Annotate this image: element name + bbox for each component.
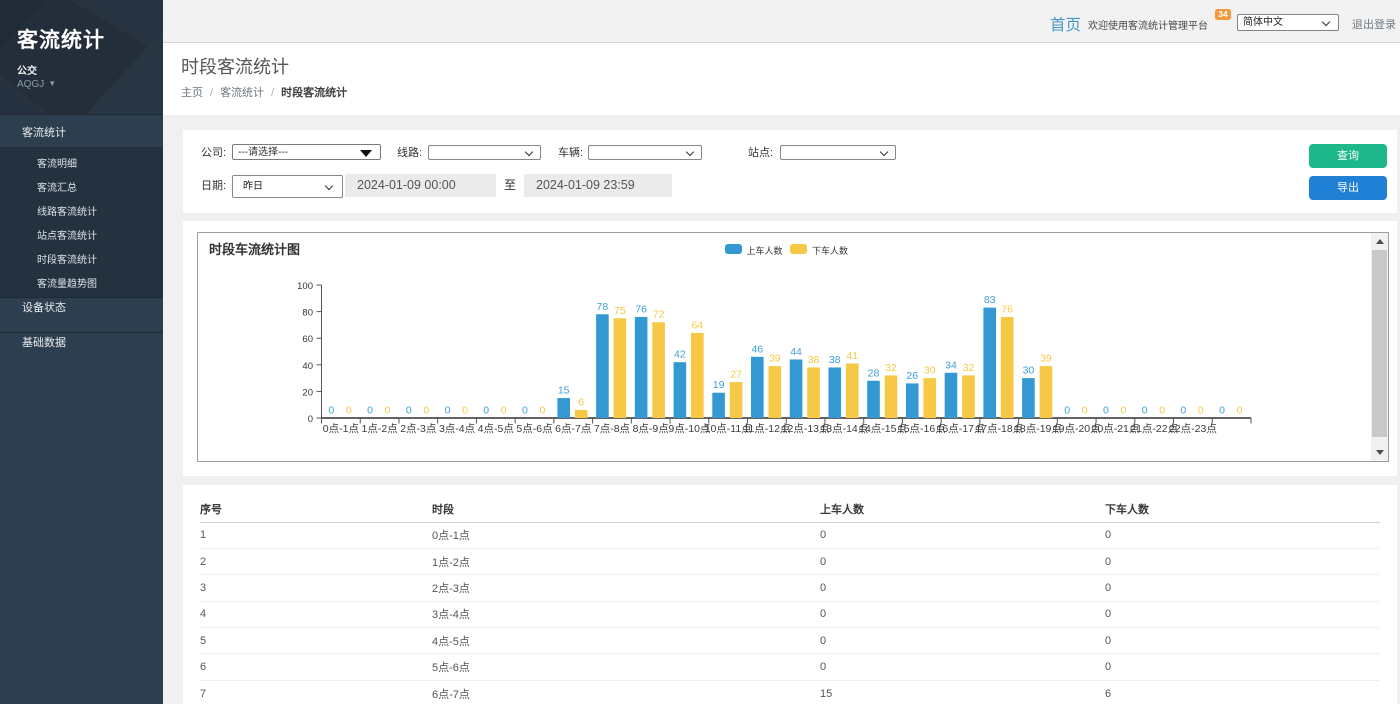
svg-text:4点-5点: 4点-5点 bbox=[478, 423, 514, 435]
svg-text:0: 0 bbox=[1120, 405, 1126, 417]
svg-text:0: 0 bbox=[501, 405, 507, 417]
svg-text:0: 0 bbox=[1082, 405, 1088, 417]
svg-text:8点-9点: 8点-9点 bbox=[633, 423, 669, 435]
svg-text:下车人数: 下车人数 bbox=[812, 245, 848, 256]
svg-text:64: 64 bbox=[692, 319, 704, 331]
svg-text:83: 83 bbox=[984, 294, 996, 306]
svg-text:0: 0 bbox=[540, 405, 546, 417]
svg-text:32: 32 bbox=[885, 362, 897, 374]
svg-text:42: 42 bbox=[674, 349, 686, 361]
svg-text:78: 78 bbox=[597, 301, 609, 313]
svg-text:27: 27 bbox=[730, 369, 742, 381]
svg-text:39: 39 bbox=[1040, 353, 1052, 365]
svg-text:41: 41 bbox=[846, 350, 858, 362]
svg-text:7点-8点: 7点-8点 bbox=[594, 423, 630, 435]
svg-text:0: 0 bbox=[1237, 405, 1243, 417]
svg-text:72: 72 bbox=[653, 309, 665, 321]
svg-text:0: 0 bbox=[1064, 405, 1070, 417]
svg-text:2点-3点: 2点-3点 bbox=[400, 423, 436, 435]
svg-text:0: 0 bbox=[445, 405, 451, 417]
svg-text:44: 44 bbox=[790, 346, 802, 358]
svg-text:38: 38 bbox=[829, 354, 841, 366]
svg-text:0: 0 bbox=[1103, 405, 1109, 417]
svg-text:1点-2点: 1点-2点 bbox=[361, 423, 397, 435]
svg-text:0: 0 bbox=[346, 405, 352, 417]
svg-text:38: 38 bbox=[808, 354, 820, 366]
svg-text:0: 0 bbox=[1198, 405, 1204, 417]
svg-text:0: 0 bbox=[1142, 405, 1148, 417]
svg-text:32: 32 bbox=[963, 362, 975, 374]
svg-text:60: 60 bbox=[302, 334, 313, 345]
svg-text:0: 0 bbox=[406, 405, 412, 417]
svg-text:100: 100 bbox=[297, 281, 313, 292]
svg-text:0: 0 bbox=[367, 405, 373, 417]
svg-text:0: 0 bbox=[522, 405, 528, 417]
svg-text:15: 15 bbox=[558, 385, 570, 397]
svg-text:26: 26 bbox=[906, 370, 918, 382]
svg-text:80: 80 bbox=[302, 308, 313, 319]
svg-text:0: 0 bbox=[308, 414, 313, 425]
svg-text:0: 0 bbox=[462, 405, 468, 417]
svg-text:75: 75 bbox=[614, 305, 626, 317]
svg-text:0点-1点: 0点-1点 bbox=[323, 423, 359, 435]
svg-text:6点-7点: 6点-7点 bbox=[555, 423, 591, 435]
svg-text:0: 0 bbox=[1219, 405, 1225, 417]
svg-text:0: 0 bbox=[1159, 405, 1165, 417]
svg-text:76: 76 bbox=[635, 303, 647, 315]
svg-text:30: 30 bbox=[1023, 365, 1035, 377]
svg-text:0: 0 bbox=[328, 405, 334, 417]
svg-text:22点-23点: 22点-23点 bbox=[1169, 423, 1217, 435]
svg-text:0: 0 bbox=[423, 405, 429, 417]
svg-text:0: 0 bbox=[385, 405, 391, 417]
svg-text:0: 0 bbox=[483, 405, 489, 417]
svg-text:6: 6 bbox=[578, 397, 584, 409]
svg-text:时段车流统计图: 时段车流统计图 bbox=[209, 242, 300, 257]
svg-text:28: 28 bbox=[868, 367, 880, 379]
svg-text:30: 30 bbox=[924, 365, 936, 377]
svg-text:19: 19 bbox=[713, 379, 725, 391]
svg-text:5点-6点: 5点-6点 bbox=[516, 423, 552, 435]
svg-text:0: 0 bbox=[1180, 405, 1186, 417]
svg-text:40: 40 bbox=[302, 361, 313, 372]
svg-text:76: 76 bbox=[1001, 303, 1013, 315]
svg-text:34: 34 bbox=[945, 359, 957, 371]
svg-text:20: 20 bbox=[302, 387, 313, 398]
svg-text:39: 39 bbox=[769, 353, 781, 365]
svg-text:46: 46 bbox=[751, 343, 763, 355]
svg-text:上车人数: 上车人数 bbox=[747, 245, 783, 256]
svg-text:3点-4点: 3点-4点 bbox=[439, 423, 475, 435]
